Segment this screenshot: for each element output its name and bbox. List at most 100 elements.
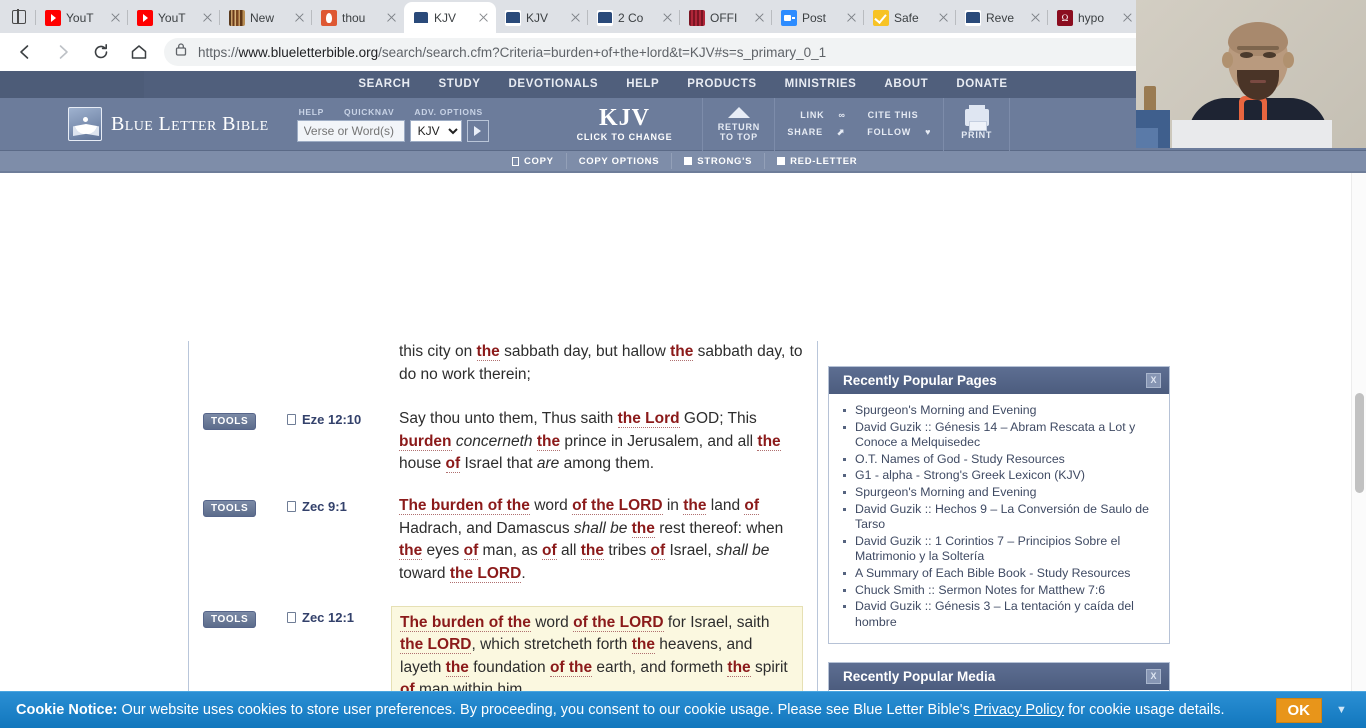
close-icon[interactable] bbox=[1120, 10, 1135, 25]
browser-tab-active[interactable]: KJV bbox=[404, 2, 496, 33]
browser-tab[interactable]: OFFI bbox=[679, 2, 772, 33]
home-button[interactable] bbox=[124, 37, 154, 67]
reload-button[interactable] bbox=[86, 37, 116, 67]
browser-tab[interactable]: Reve bbox=[955, 2, 1048, 33]
list-item[interactable]: David Guzik :: Génesis 14 – Abram Rescat… bbox=[839, 420, 1159, 451]
return-to-top-button[interactable]: RETURN TO TOP bbox=[702, 97, 774, 151]
scrollbar-thumb[interactable] bbox=[1355, 393, 1364, 493]
link-button[interactable]: LINK bbox=[800, 110, 824, 120]
list-item[interactable]: David Guzik :: Hechos 9 – La Conversión … bbox=[839, 502, 1159, 533]
browser-tab[interactable]: 2 Co bbox=[587, 2, 680, 33]
share-icon: ⬈ bbox=[836, 127, 846, 137]
tools-button[interactable]: TOOLS bbox=[203, 500, 257, 518]
search-help-links: HELP QUICKNAV ADV. OPTIONS bbox=[297, 107, 489, 117]
copy-icon bbox=[512, 156, 519, 166]
search-adv-options-link[interactable]: ADV. OPTIONS bbox=[414, 107, 483, 117]
search-go-button[interactable] bbox=[466, 119, 489, 142]
list-item[interactable]: Spurgeon's Morning and Evening bbox=[839, 403, 1159, 419]
search-input[interactable] bbox=[296, 119, 405, 142]
tools-button[interactable]: TOOLS bbox=[203, 611, 257, 629]
link-share-cell: LINK ∞ CITE THIS SHARE ⬈ FOLLOW ♥ bbox=[774, 97, 943, 151]
nav-products[interactable]: PRODUCTS bbox=[673, 71, 770, 98]
forward-button[interactable] bbox=[48, 37, 78, 67]
copy-options-button[interactable]: COPY OPTIONS bbox=[567, 153, 673, 169]
nav-help[interactable]: HELP bbox=[612, 71, 673, 98]
blueletterbible-icon bbox=[597, 9, 613, 26]
browser-tab[interactable]: KJV bbox=[496, 2, 588, 33]
close-icon[interactable] bbox=[200, 10, 215, 25]
close-icon[interactable] bbox=[936, 10, 951, 25]
close-icon[interactable] bbox=[1028, 10, 1043, 25]
browser-tab[interactable]: thou bbox=[311, 2, 404, 33]
close-icon[interactable] bbox=[568, 10, 583, 25]
address-bar[interactable]: https://www.blueletterbible.org/search/s… bbox=[164, 38, 1290, 66]
browser-tab[interactable]: YouT bbox=[127, 2, 220, 33]
print-button[interactable]: PRINT bbox=[943, 97, 1009, 151]
sidebar: Recently Popular Pages X Spurgeon's Morn… bbox=[828, 366, 1170, 728]
panel-body: Spurgeon's Morning and Evening David Guz… bbox=[829, 394, 1169, 643]
browser-tab[interactable]: Safe bbox=[863, 2, 956, 33]
search-help-link[interactable]: HELP bbox=[299, 107, 324, 117]
list-item[interactable]: David Guzik :: 1 Corintios 7 – Principio… bbox=[839, 534, 1159, 565]
webcam-video-overlay[interactable] bbox=[1136, 0, 1366, 148]
webcam-background-panel-2 bbox=[1136, 128, 1158, 148]
version-select[interactable]: KJV bbox=[409, 119, 462, 142]
close-icon[interactable]: X bbox=[1146, 373, 1161, 388]
verse-reference-link[interactable]: Zec 9:1 bbox=[302, 499, 347, 514]
nav-ministries[interactable]: MINISTRIES bbox=[771, 71, 871, 98]
scroll-down-caret-icon[interactable]: ▼ bbox=[1336, 704, 1350, 716]
verse-text: The burden of the word of the LORD in th… bbox=[399, 497, 784, 583]
nav-donate[interactable]: DONATE bbox=[942, 71, 1021, 98]
list-item[interactable]: G1 - alpha - Strong's Greek Lexicon (KJV… bbox=[839, 468, 1159, 484]
verse-reference-link[interactable]: Eze 12:10 bbox=[302, 412, 361, 427]
panel-header: Recently Popular Pages X bbox=[829, 367, 1169, 394]
close-icon[interactable] bbox=[660, 10, 675, 25]
page-scrollbar[interactable] bbox=[1351, 173, 1366, 728]
url-host: www.blueletterbible.org bbox=[238, 44, 379, 60]
tab-search-button[interactable] bbox=[2, 0, 36, 33]
privacy-policy-link[interactable]: Privacy Policy bbox=[974, 702, 1064, 718]
cite-this-button[interactable]: CITE THIS bbox=[868, 110, 919, 120]
close-icon[interactable] bbox=[292, 10, 307, 25]
close-icon[interactable]: X bbox=[1146, 669, 1161, 685]
search-quicknav-link[interactable]: QUICKNAV bbox=[344, 107, 394, 117]
follow-button[interactable]: FOLLOW bbox=[867, 127, 911, 138]
verse-reference-link[interactable]: Zec 12:1 bbox=[302, 610, 354, 625]
document-icon[interactable] bbox=[287, 414, 296, 426]
red-letter-toggle[interactable]: RED-LETTER bbox=[765, 153, 869, 169]
close-icon[interactable] bbox=[844, 10, 859, 25]
share-button[interactable]: SHARE bbox=[787, 127, 823, 138]
list-item[interactable]: A Summary of Each Bible Book - Study Res… bbox=[839, 566, 1159, 582]
browser-tab[interactable]: Post bbox=[771, 2, 864, 33]
nav-about[interactable]: ABOUT bbox=[870, 71, 942, 98]
version-block[interactable]: KJV CLICK TO CHANGE bbox=[577, 106, 673, 142]
list-item[interactable]: O.T. Names of God - Study Resources bbox=[839, 452, 1159, 468]
list-item[interactable]: David Guzik :: Génesis 3 – La tentación … bbox=[839, 599, 1159, 630]
nav-study[interactable]: STUDY bbox=[425, 71, 495, 98]
list-item[interactable]: Chuck Smith :: Sermon Notes for Matthew … bbox=[839, 583, 1159, 599]
document-icon[interactable] bbox=[287, 612, 296, 624]
strongs-toggle[interactable]: STRONG'S bbox=[672, 153, 766, 169]
cookie-ok-button[interactable]: OK bbox=[1275, 697, 1322, 723]
panel-title: Recently Popular Pages bbox=[843, 373, 997, 388]
lock-icon bbox=[174, 42, 190, 62]
close-icon[interactable] bbox=[476, 10, 491, 25]
tools-button[interactable]: TOOLS bbox=[203, 413, 257, 431]
close-icon[interactable] bbox=[108, 10, 123, 25]
copy-button[interactable]: COPY bbox=[500, 153, 567, 169]
list-item[interactable]: Spurgeon's Morning and Evening bbox=[839, 485, 1159, 501]
back-button[interactable] bbox=[10, 37, 40, 67]
strongs-label: STRONG'S bbox=[697, 155, 753, 167]
site-logo[interactable]: Blue Letter Bible bbox=[0, 107, 269, 141]
nav-search[interactable]: SEARCH bbox=[344, 71, 424, 98]
browser-tab[interactable]: New bbox=[219, 2, 312, 33]
nav-devotionals[interactable]: DEVOTIONALS bbox=[495, 71, 613, 98]
copy-options-label: COPY OPTIONS bbox=[578, 155, 660, 167]
header-search-block: HELP QUICKNAV ADV. OPTIONS KJV bbox=[296, 107, 489, 142]
tools-cell: TOOLS bbox=[203, 408, 287, 475]
close-icon[interactable] bbox=[384, 10, 399, 25]
browser-tab[interactable]: Ω hypo bbox=[1047, 2, 1140, 33]
document-icon[interactable] bbox=[287, 501, 296, 513]
browser-tab[interactable]: YouT bbox=[35, 2, 128, 33]
close-icon[interactable] bbox=[752, 10, 767, 25]
